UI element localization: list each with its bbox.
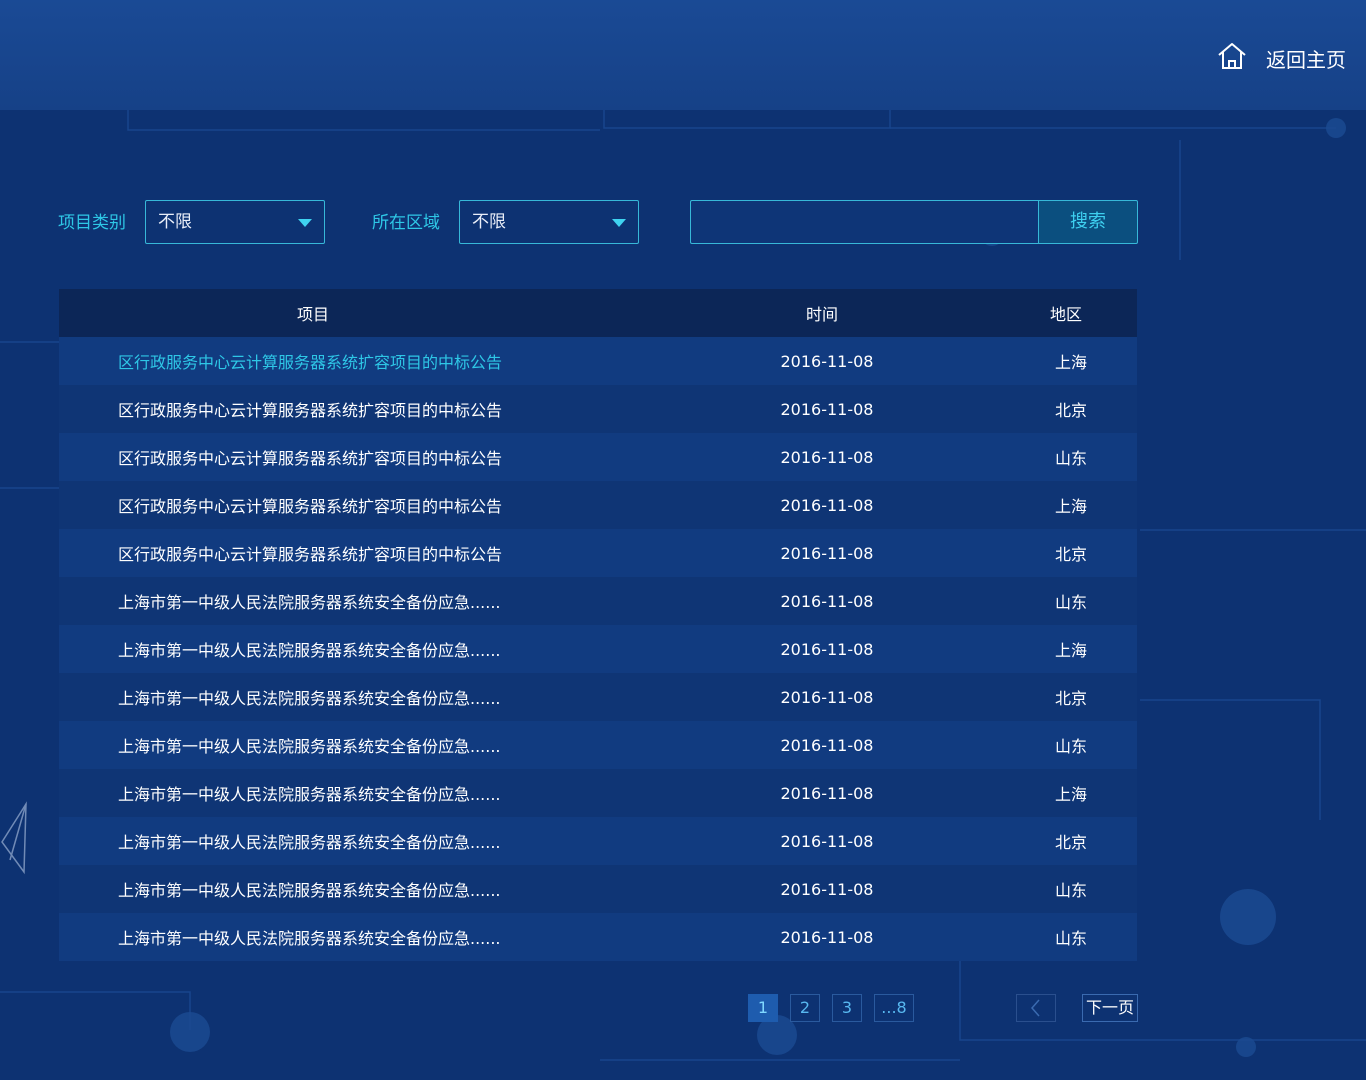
table-row[interactable]: 区行政服务中心云计算服务器系统扩容项目的中标公告 2016-11-08 上海 — [59, 337, 1137, 385]
row-project[interactable]: 区行政服务中心云计算服务器系统扩容项目的中标公告 — [59, 493, 567, 517]
row-project[interactable]: 上海市第一中级人民法院服务器系统安全备份应急...... — [59, 589, 567, 613]
caret-down-icon — [298, 219, 312, 227]
page-2-button[interactable]: 2 — [790, 994, 820, 1022]
row-time: 2016-11-08 — [780, 543, 874, 563]
table-body: 区行政服务中心云计算服务器系统扩容项目的中标公告 2016-11-08 上海 区行政服… — [59, 337, 1137, 961]
row-time: 2016-11-08 — [780, 591, 874, 611]
row-time: 2016-11-08 — [780, 735, 874, 755]
results-table: 项目 时间 地区 区行政服务中心云计算服务器系统扩容项目的中标公告 2016-11… — [59, 289, 1137, 961]
return-home-label: 返回主页 — [1266, 47, 1346, 72]
row-time: 2016-11-08 — [780, 495, 874, 515]
category-value: 不限 — [158, 212, 192, 232]
table-row[interactable]: 上海市第一中级人民法院服务器系统安全备份应急...... 2016-11-08 山东 — [59, 865, 1137, 913]
caret-down-icon — [612, 219, 626, 227]
pagination: 1 2 3 ...8 下一页 — [0, 994, 1366, 1024]
table-row[interactable]: 区行政服务中心云计算服务器系统扩容项目的中标公告 2016-11-08 山东 — [59, 433, 1137, 481]
row-project[interactable]: 上海市第一中级人民法院服务器系统安全备份应急...... — [59, 637, 567, 661]
row-area: 北京 — [1055, 689, 1088, 708]
top-header: 返回主页 — [0, 0, 1366, 110]
row-project[interactable]: 上海市第一中级人民法院服务器系统安全备份应急...... — [59, 925, 567, 949]
row-area: 山东 — [1055, 593, 1088, 612]
table-row[interactable]: 上海市第一中级人民法院服务器系统安全备份应急...... 2016-11-08 北京 — [59, 673, 1137, 721]
row-time: 2016-11-08 — [780, 783, 874, 803]
row-time: 2016-11-08 — [780, 927, 874, 947]
category-label: 项目类别 — [58, 213, 126, 233]
table-row[interactable]: 上海市第一中级人民法院服务器系统安全备份应急...... 2016-11-08 山东 — [59, 913, 1137, 961]
row-area: 山东 — [1055, 449, 1088, 468]
row-project[interactable]: 上海市第一中级人民法院服务器系统安全备份应急...... — [59, 877, 567, 901]
row-time: 2016-11-08 — [780, 399, 874, 419]
table-row[interactable]: 上海市第一中级人民法院服务器系统安全备份应急...... 2016-11-08 上海 — [59, 625, 1137, 673]
chevron-left-icon — [1031, 999, 1040, 1017]
table-row[interactable]: 上海市第一中级人民法院服务器系统安全备份应急...... 2016-11-08 山东 — [59, 577, 1137, 625]
row-area: 山东 — [1055, 929, 1088, 948]
return-home-link[interactable]: 返回主页 — [1216, 38, 1346, 78]
table-row[interactable]: 区行政服务中心云计算服务器系统扩容项目的中标公告 2016-11-08 北京 — [59, 529, 1137, 577]
region-label: 所在区域 — [372, 213, 440, 233]
row-area: 上海 — [1055, 785, 1088, 804]
search-input[interactable] — [690, 200, 1040, 244]
page-last-button[interactable]: ...8 — [874, 994, 914, 1022]
table-row[interactable]: 上海市第一中级人民法院服务器系统安全备份应急...... 2016-11-08 上海 — [59, 769, 1137, 817]
row-area: 上海 — [1055, 497, 1088, 516]
row-project[interactable]: 区行政服务中心云计算服务器系统扩容项目的中标公告 — [59, 349, 567, 373]
row-area: 山东 — [1055, 737, 1088, 756]
row-area: 上海 — [1055, 641, 1088, 660]
row-time: 2016-11-08 — [780, 687, 874, 707]
row-project[interactable]: 区行政服务中心云计算服务器系统扩容项目的中标公告 — [59, 397, 567, 421]
prev-page-button[interactable] — [1016, 994, 1056, 1022]
home-icon — [1216, 40, 1248, 76]
row-area: 北京 — [1055, 545, 1088, 564]
row-project[interactable]: 区行政服务中心云计算服务器系统扩容项目的中标公告 — [59, 445, 567, 469]
row-time: 2016-11-08 — [780, 351, 874, 371]
table-header: 项目 时间 地区 — [59, 289, 1137, 337]
page-3-button[interactable]: 3 — [832, 994, 862, 1022]
row-project[interactable]: 上海市第一中级人民法院服务器系统安全备份应急...... — [59, 733, 567, 757]
region-select[interactable]: 不限 — [459, 200, 639, 244]
row-area: 上海 — [1055, 353, 1088, 372]
page-1-button[interactable]: 1 — [748, 994, 778, 1022]
row-project[interactable]: 上海市第一中级人民法院服务器系统安全备份应急...... — [59, 781, 567, 805]
row-time: 2016-11-08 — [780, 447, 874, 467]
table-row[interactable]: 区行政服务中心云计算服务器系统扩容项目的中标公告 2016-11-08 北京 — [59, 385, 1137, 433]
row-area: 北京 — [1055, 833, 1088, 852]
header-area: 地区 — [1050, 305, 1083, 324]
row-project[interactable]: 区行政服务中心云计算服务器系统扩容项目的中标公告 — [59, 541, 567, 565]
row-time: 2016-11-08 — [780, 879, 874, 899]
row-area: 山东 — [1055, 881, 1088, 900]
table-row[interactable]: 区行政服务中心云计算服务器系统扩容项目的中标公告 2016-11-08 上海 — [59, 481, 1137, 529]
header-time: 时间 — [805, 305, 838, 324]
next-page-button[interactable]: 下一页 — [1082, 994, 1138, 1022]
table-row[interactable]: 上海市第一中级人民法院服务器系统安全备份应急...... 2016-11-08 北京 — [59, 817, 1137, 865]
row-area: 北京 — [1055, 401, 1088, 420]
filter-bar: 项目类别 不限 所在区域 不限 搜索 — [58, 200, 1138, 246]
row-time: 2016-11-08 — [780, 831, 874, 851]
search-button[interactable]: 搜索 — [1038, 200, 1138, 244]
category-select[interactable]: 不限 — [145, 200, 325, 244]
row-project[interactable]: 上海市第一中级人民法院服务器系统安全备份应急...... — [59, 685, 567, 709]
row-project[interactable]: 上海市第一中级人民法院服务器系统安全备份应急...... — [59, 829, 567, 853]
header-project: 项目 — [296, 305, 329, 324]
table-row[interactable]: 上海市第一中级人民法院服务器系统安全备份应急...... 2016-11-08 山东 — [59, 721, 1137, 769]
region-value: 不限 — [472, 212, 506, 232]
row-time: 2016-11-08 — [780, 639, 874, 659]
